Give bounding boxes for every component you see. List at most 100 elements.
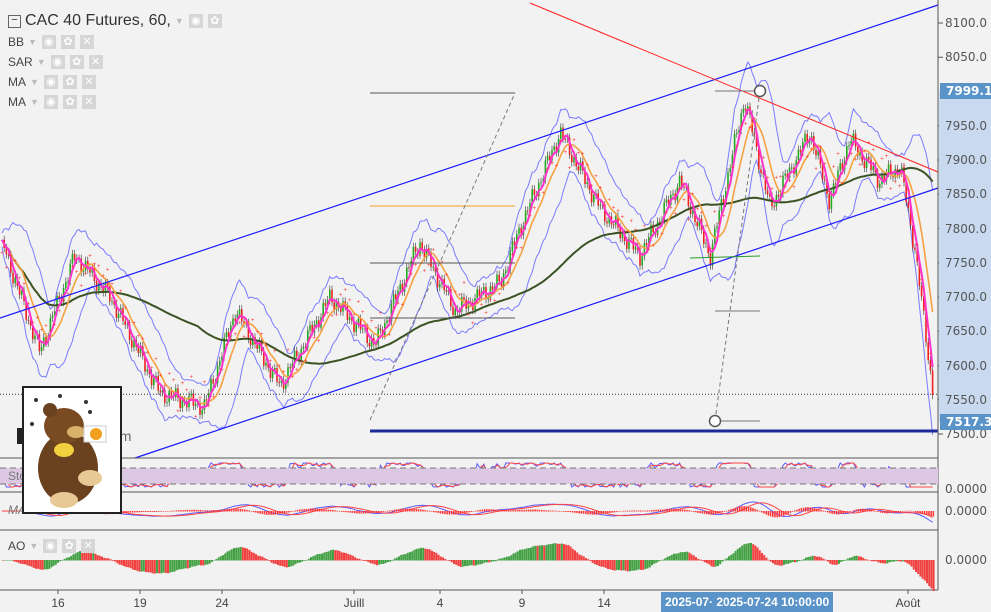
macd-histogram-bar — [787, 511, 789, 514]
ao-histogram-bar — [890, 560, 893, 562]
macd-histogram-bar — [268, 511, 270, 515]
gear-icon[interactable]: ✿ — [69, 55, 84, 69]
candle-body — [408, 267, 410, 269]
candle-body — [804, 133, 806, 143]
gear-icon[interactable]: ✿ — [207, 14, 222, 28]
sar-dot: + — [313, 336, 317, 342]
candle-body — [848, 145, 850, 147]
ao-histogram-bar — [741, 545, 744, 561]
sar-dot: + — [277, 364, 281, 370]
candle-body — [533, 189, 536, 196]
chart-canvas[interactable]: + + + + + + + + + + + + + + + + + + + + + + + + + + + + + + + + + + + + + + + +… — [0, 0, 991, 612]
ao-histogram-bar — [32, 560, 35, 568]
sar-dot: + — [665, 211, 669, 217]
candle-body — [111, 301, 113, 303]
eye-icon[interactable]: ◉ — [43, 539, 58, 553]
macd-histogram-bar — [127, 511, 129, 513]
macd-histogram-bar — [648, 510, 651, 512]
eye-icon[interactable]: ◉ — [50, 55, 65, 69]
ao-histogram-bar — [285, 560, 288, 568]
candle-body — [362, 329, 364, 331]
ao-histogram-bar — [642, 560, 645, 570]
sar-dot: + — [40, 328, 44, 334]
sar-dot: + — [145, 350, 149, 356]
price-tick-label: 7800.0 — [945, 221, 987, 236]
sar-dot: + — [79, 283, 83, 289]
gear-icon[interactable]: ✿ — [62, 539, 77, 553]
candle-body — [153, 378, 155, 386]
ao-histogram-bar — [272, 560, 275, 564]
close-icon[interactable]: ✕ — [81, 95, 96, 109]
time-tick-label: Août — [895, 596, 921, 610]
indicator-legend-ma[interactable]: MA ▼ ◉ ✿ ✕ — [8, 75, 96, 89]
price-tick-label: 7950.0 — [945, 118, 987, 133]
symbol-legend[interactable]: − CAC 40 Futures, 60, ▼ ◉ ✿ — [8, 12, 222, 30]
ao-histogram-bar — [369, 560, 372, 564]
macd-histogram-bar — [849, 511, 851, 512]
ao-histogram-bar — [134, 560, 136, 571]
indicator-legend-ma-2[interactable]: MA ▼ ◉ ✿ ✕ — [8, 95, 96, 109]
macd-histogram-bar — [644, 510, 646, 512]
gear-icon[interactable]: ✿ — [62, 75, 77, 89]
ao-histogram-bar — [248, 549, 251, 561]
chevron-down-icon[interactable]: ▼ — [37, 57, 46, 67]
close-icon[interactable]: ✕ — [81, 75, 96, 89]
chevron-down-icon[interactable]: ▼ — [30, 97, 39, 107]
macd-histogram-bar — [140, 511, 143, 513]
ao-panel-legend[interactable]: AO ▼ ◉ ✿ ✕ — [8, 539, 96, 553]
macd-histogram-bar — [226, 509, 228, 512]
macd-histogram-bar — [677, 509, 679, 512]
sar-dot: + — [823, 162, 827, 168]
macd-histogram-bar — [131, 511, 134, 513]
gear-icon[interactable]: ✿ — [60, 35, 75, 49]
ao-histogram-bar — [816, 556, 818, 561]
eye-icon[interactable]: ◉ — [43, 95, 58, 109]
ao-histogram-bar — [301, 560, 304, 562]
ao-histogram-bar — [923, 560, 926, 581]
ao-histogram-bar — [501, 558, 504, 561]
collapse-icon[interactable]: − — [8, 14, 21, 28]
ao-histogram-bar — [805, 557, 807, 561]
eye-icon[interactable]: ◉ — [43, 75, 58, 89]
sar-dot: + — [775, 176, 779, 182]
macd-histogram-bar — [299, 509, 301, 512]
indicator-legend-sar[interactable]: SAR ▼ ◉ ✿ ✕ — [8, 55, 103, 69]
chevron-down-icon[interactable]: ▼ — [30, 77, 39, 87]
sar-dot: + — [832, 164, 836, 170]
close-icon[interactable]: ✕ — [81, 539, 96, 553]
ao-histogram-bar — [697, 558, 700, 561]
macd-histogram-bar — [868, 509, 871, 512]
sar-dot: + — [423, 269, 427, 275]
chevron-down-icon[interactable]: ▼ — [175, 16, 184, 26]
macd-histogram-bar — [816, 508, 818, 512]
macd-histogram-bar — [224, 509, 226, 512]
macd-histogram-bar — [455, 511, 457, 515]
macd-histogram-bar — [901, 511, 904, 512]
sar-dot: + — [304, 358, 308, 364]
ao-histogram-bar — [710, 560, 713, 567]
ao-histogram-bar — [318, 553, 321, 561]
ao-histogram-bar — [171, 560, 174, 572]
ao-histogram-bar — [631, 560, 634, 571]
sar-dot: + — [607, 197, 611, 203]
indicator-legend-bb[interactable]: BB ▼ ◉ ✿ ✕ — [8, 35, 94, 49]
ao-histogram-bar — [497, 559, 499, 561]
macd-histogram-bar — [805, 507, 807, 512]
close-icon[interactable]: ✕ — [79, 35, 94, 49]
macd-histogram-bar — [717, 511, 719, 514]
eye-icon[interactable]: ◉ — [188, 14, 203, 28]
close-icon[interactable]: ✕ — [88, 55, 103, 69]
ao-histogram-bar — [547, 544, 550, 561]
ao-histogram-bar — [829, 560, 832, 564]
ao-histogram-bar — [754, 545, 757, 561]
chevron-down-icon[interactable]: ▼ — [29, 541, 38, 551]
chevron-down-icon[interactable]: ▼ — [28, 37, 37, 47]
eye-icon[interactable]: ◉ — [41, 35, 56, 49]
candle-body — [784, 173, 786, 176]
ao-histogram-bar — [28, 560, 31, 566]
sar-dot: + — [128, 321, 132, 327]
sar-dot: + — [141, 336, 145, 342]
gear-icon[interactable]: ✿ — [62, 95, 77, 109]
macd-histogram-bar — [158, 511, 160, 512]
ao-histogram-bar — [131, 560, 134, 570]
